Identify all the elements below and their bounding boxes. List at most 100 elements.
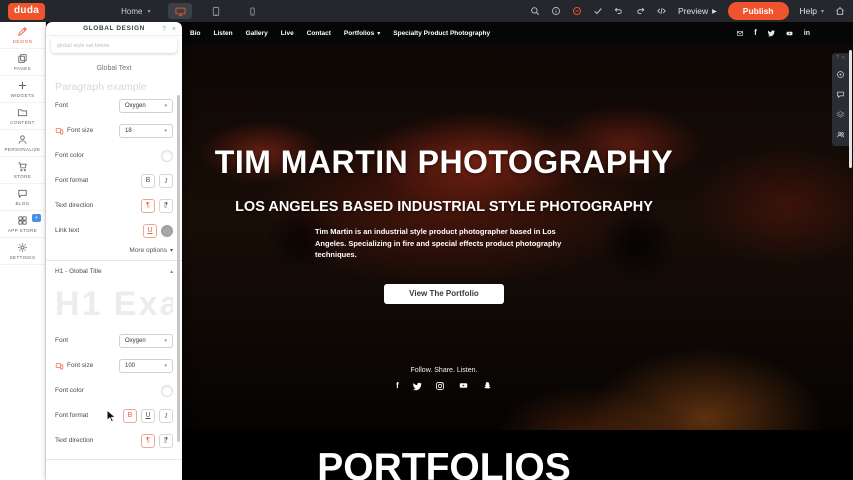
tablet-icon [211, 6, 221, 17]
nav-link-specialty[interactable]: Specialty Product Photography [393, 30, 490, 37]
h1-font-size-select[interactable]: 100 ▾ [119, 359, 173, 373]
sidebar-item-app-store[interactable]: APP STORE + [0, 211, 45, 238]
more-options-button[interactable]: More options ▾ [55, 247, 173, 254]
panel-close-button[interactable]: × [172, 26, 176, 33]
nav-link-bio[interactable]: Bio [190, 30, 200, 37]
chevron-down-icon: ▾ [164, 338, 167, 344]
nav-link-live[interactable]: Live [281, 30, 294, 37]
twitter-icon[interactable] [767, 29, 775, 37]
sidebar-item-settings[interactable]: SETTINGS [0, 238, 45, 265]
info-icon [551, 6, 561, 16]
sidebar-item-blog[interactable]: BLOG [0, 184, 45, 211]
email-icon[interactable] [736, 30, 744, 37]
layers-button[interactable] [836, 110, 845, 119]
youtube-icon[interactable] [458, 381, 469, 390]
sidebar-item-content[interactable]: CONTENT [0, 103, 45, 130]
h1-underline-button[interactable]: U [141, 409, 155, 423]
italic-button[interactable]: I [159, 174, 173, 188]
h1-font-color-swatch[interactable] [161, 385, 173, 397]
help-label: Help [800, 6, 817, 16]
chevron-down-icon: ▾ [164, 103, 167, 109]
direction-rtl-button[interactable]: ¶ [159, 199, 173, 213]
sidebar-item-pages[interactable]: PAGES [0, 49, 45, 76]
site-preview-canvas: Bio Listen Gallery Live Contact Portfoli… [182, 22, 853, 480]
mobile-icon [248, 6, 257, 17]
status-alert-button[interactable] [572, 6, 582, 16]
youtube-icon[interactable] [785, 30, 794, 37]
info-button[interactable] [551, 6, 561, 16]
font-color-swatch[interactable] [161, 150, 173, 162]
redo-button[interactable] [635, 6, 645, 16]
minus-circle-icon [572, 6, 582, 16]
hero-title[interactable]: TIM MARTIN PHOTOGRAPHY [182, 144, 706, 181]
sidebar-item-label: DESIGN [13, 39, 33, 44]
hero-section: TIM MARTIN PHOTOGRAPHY LOS ANGELES BASED… [182, 44, 853, 430]
duda-logo: duda [8, 3, 45, 20]
h1-font-format-label: Font format [55, 412, 88, 419]
tablet-view-button[interactable] [204, 3, 228, 19]
h1-bold-button[interactable]: B [123, 409, 137, 423]
toolbar-close-glyph: × [842, 55, 845, 61]
speech-bubble-icon [17, 188, 28, 199]
preview-scrollbar[interactable] [849, 50, 852, 168]
search-icon [530, 6, 540, 16]
h1-italic-button[interactable]: I [159, 409, 173, 423]
comments-button[interactable] [836, 90, 845, 99]
portfolios-title[interactable]: PORTFOLIOS [182, 448, 706, 480]
team-button[interactable] [836, 130, 846, 139]
gear-icon [17, 242, 28, 253]
folder-icon [17, 107, 28, 118]
preview-button[interactable]: Preview ▶ [678, 6, 717, 16]
device-switcher [168, 3, 264, 19]
pilcrow-rtl-icon: ¶ [164, 437, 168, 444]
facebook-icon[interactable]: f [396, 382, 399, 390]
sidebar-item-widgets[interactable]: WIDGETS [0, 76, 45, 103]
desktop-view-button[interactable] [168, 3, 192, 19]
sidebar-item-design[interactable]: DESIGN [0, 22, 45, 49]
h1-section-header[interactable]: H1 - Global Title ▴ [55, 261, 173, 282]
font-select[interactable]: Oxygen ▾ [119, 99, 173, 113]
panel-title: GLOBAL DESIGN [83, 25, 145, 32]
app-grid-icon [17, 215, 28, 226]
linkedin-icon[interactable]: in [804, 30, 810, 37]
snapchat-icon[interactable] [482, 381, 492, 391]
dev-mode-button[interactable] [656, 6, 667, 16]
panel-help-button[interactable]: ? [162, 26, 166, 33]
check-icon [593, 6, 603, 16]
paragraph-preview: Paragraph example [55, 81, 173, 93]
bold-button[interactable]: B [141, 174, 155, 188]
dashboard-home-button[interactable] [835, 6, 845, 16]
h1-direction-rtl-button[interactable]: ¶ [159, 434, 173, 448]
h1-direction-ltr-button[interactable]: ¶ [141, 434, 155, 448]
portfolios-section: PORTFOLIOS [182, 448, 853, 480]
plus-icon [17, 80, 28, 91]
sidebar-item-personalize[interactable]: PERSONALIZE [0, 130, 45, 157]
publish-button[interactable]: Publish [728, 2, 789, 20]
search-button[interactable] [530, 6, 540, 16]
font-size-select[interactable]: 18 ▾ [119, 124, 173, 138]
font-format-label: Font format [55, 177, 88, 184]
hero-subtitle[interactable]: LOS ANGELES BASED INDUSTRIAL STYLE PHOTO… [182, 199, 706, 215]
nav-link-listen[interactable]: Listen [213, 30, 232, 37]
page-selector[interactable]: Home ▾ [121, 7, 150, 16]
saved-check-button[interactable] [593, 6, 603, 16]
nav-link-gallery[interactable]: Gallery [246, 30, 268, 37]
hero-body-text[interactable]: Tim Martin is an industrial style produc… [315, 226, 573, 261]
link-underline-button[interactable]: U [143, 224, 157, 238]
screenshot-button[interactable] [836, 70, 845, 79]
twitter-icon[interactable] [412, 381, 422, 391]
nav-link-contact[interactable]: Contact [307, 30, 331, 37]
toolbar-collapse-tab[interactable]: ? × [832, 53, 849, 63]
link-color-swatch[interactable] [161, 225, 173, 237]
sidebar-item-store[interactable]: STORE [0, 157, 45, 184]
facebook-icon[interactable]: f [754, 29, 757, 37]
nav-link-portfolios[interactable]: Portfolios ▾ [344, 30, 380, 37]
undo-button[interactable] [614, 6, 624, 16]
mobile-view-button[interactable] [240, 3, 264, 19]
help-menu[interactable]: Help ▾ [800, 6, 825, 16]
h1-font-select[interactable]: Oxygen ▾ [119, 334, 173, 348]
direction-ltr-button[interactable]: ¶ [141, 199, 155, 213]
view-portfolio-button[interactable]: View The Portfolio [384, 284, 504, 304]
instagram-icon[interactable] [435, 381, 445, 391]
panel-scrollbar[interactable] [177, 95, 180, 442]
